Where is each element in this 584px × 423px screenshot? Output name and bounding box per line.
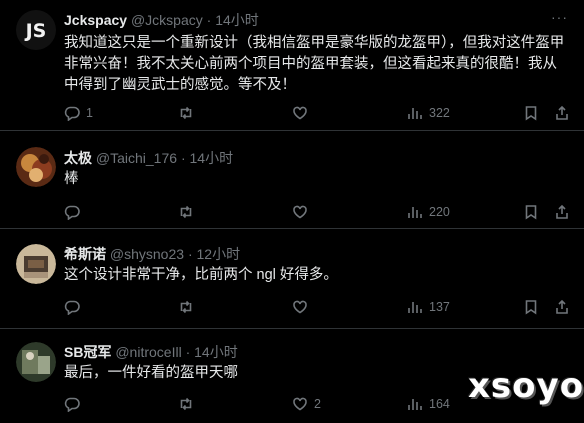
retweet-button[interactable] — [178, 203, 200, 221]
display-name[interactable]: 希斯诺 — [64, 246, 106, 262]
bookmark-button[interactable] — [523, 298, 539, 316]
views-count: 164 — [429, 397, 450, 411]
reply-button[interactable] — [64, 395, 86, 413]
views-count: 220 — [429, 205, 450, 219]
avatar[interactable] — [16, 147, 56, 187]
retweet-button[interactable] — [178, 104, 200, 122]
bookmark-icon — [525, 300, 537, 315]
avatar-logo-text: JS — [24, 20, 47, 42]
views-button[interactable]: 322 — [407, 104, 450, 122]
like-count: 2 — [314, 397, 321, 411]
separator: · — [206, 12, 212, 28]
like-button[interactable] — [292, 203, 314, 221]
avatar-logo: JS — [16, 10, 56, 50]
bookmark-icon — [525, 106, 537, 121]
retweet-button[interactable] — [178, 298, 200, 316]
share-button[interactable] — [554, 104, 570, 122]
reply-icon — [64, 205, 80, 220]
views-icon — [408, 207, 422, 218]
separator: · — [180, 150, 186, 166]
views-count: 137 — [429, 300, 450, 314]
reply-button[interactable]: 1 — [64, 104, 93, 122]
handle[interactable]: @Taichi_176 — [96, 150, 177, 166]
like-icon — [293, 300, 307, 314]
tweet-header: 太极 @Taichi_176 · 14小时 — [64, 149, 233, 167]
handle[interactable]: @nitroceIll — [115, 344, 181, 360]
bookmark-button[interactable] — [523, 203, 539, 221]
more-icon[interactable]: ··· — [551, 9, 568, 25]
retweet-icon — [180, 106, 192, 120]
watermark: xsoyo — [468, 366, 584, 406]
share-button[interactable] — [554, 203, 570, 221]
like-button[interactable] — [292, 104, 314, 122]
tweet[interactable]: 太极 @Taichi_176 · 14小时 棒 220 — [0, 131, 584, 229]
timestamp[interactable]: 14小时 — [190, 150, 234, 166]
share-icon — [556, 299, 568, 314]
bookmark-icon — [525, 205, 537, 220]
avatar-image — [16, 342, 56, 382]
reply-button[interactable] — [64, 298, 86, 316]
action-bar: 220 — [64, 203, 570, 221]
retweet-icon — [180, 397, 192, 411]
share-icon — [556, 105, 568, 120]
views-button[interactable]: 220 — [407, 203, 450, 221]
reply-count: 1 — [86, 106, 93, 120]
tweet-header: Jckspacy @Jckspacy · 14小时 — [64, 11, 259, 29]
reply-icon — [64, 300, 80, 315]
action-bar: 137 — [64, 298, 570, 316]
like-button[interactable]: 2 — [292, 395, 321, 413]
tweet-text: 这个设计非常干净，比前两个 ngl 好得多。 — [64, 267, 338, 283]
views-icon — [408, 302, 422, 313]
handle[interactable]: @Jckspacy — [131, 12, 203, 28]
like-button[interactable] — [292, 298, 314, 316]
separator: · — [185, 344, 191, 360]
display-name[interactable]: Jckspacy — [64, 12, 127, 28]
bookmark-button[interactable] — [523, 104, 539, 122]
views-button[interactable]: 137 — [407, 298, 450, 316]
tweet[interactable]: JS Jckspacy @Jckspacy · 14小时 ··· 我知道这只是一… — [0, 0, 584, 131]
action-bar: 1 322 — [64, 104, 570, 122]
views-icon — [408, 108, 422, 119]
tweet[interactable]: 希斯诺 @shysno23 · 12小时 这个设计非常干净，比前两个 ngl 好… — [0, 229, 584, 329]
tweet-text: 棒 — [64, 171, 79, 187]
timestamp[interactable]: 12小时 — [197, 246, 241, 262]
tweet-text: 我知道这只是一个重新设计（我相信盔甲是豪华版的龙盔甲），但我对这件盔甲非常兴奋！… — [64, 35, 565, 93]
views-button[interactable]: 164 — [407, 395, 450, 413]
like-icon — [293, 106, 307, 120]
share-button[interactable] — [554, 298, 570, 316]
avatar[interactable] — [16, 244, 56, 284]
timestamp[interactable]: 14小时 — [215, 12, 259, 28]
reply-icon — [64, 106, 80, 121]
handle[interactable]: @shysno23 — [110, 246, 184, 262]
tweet-header: SB冠军 @nitroceIll · 14小时 — [64, 343, 238, 361]
avatar[interactable]: JS — [16, 10, 56, 50]
retweet-icon — [180, 300, 192, 314]
retweet-button[interactable] — [178, 395, 200, 413]
display-name[interactable]: 太极 — [64, 150, 92, 166]
views-icon — [408, 399, 422, 410]
separator: · — [187, 246, 193, 262]
avatar-image — [16, 244, 56, 284]
reply-icon — [64, 397, 80, 412]
like-icon — [293, 397, 307, 411]
share-icon — [556, 204, 568, 219]
timestamp[interactable]: 14小时 — [194, 344, 238, 360]
avatar[interactable] — [16, 342, 56, 382]
reply-button[interactable] — [64, 203, 86, 221]
retweet-icon — [180, 205, 192, 219]
avatar-image — [16, 147, 56, 187]
display-name[interactable]: SB冠军 — [64, 344, 111, 360]
like-icon — [293, 205, 307, 219]
views-count: 322 — [429, 106, 450, 120]
tweet-header: 希斯诺 @shysno23 · 12小时 — [64, 245, 240, 263]
